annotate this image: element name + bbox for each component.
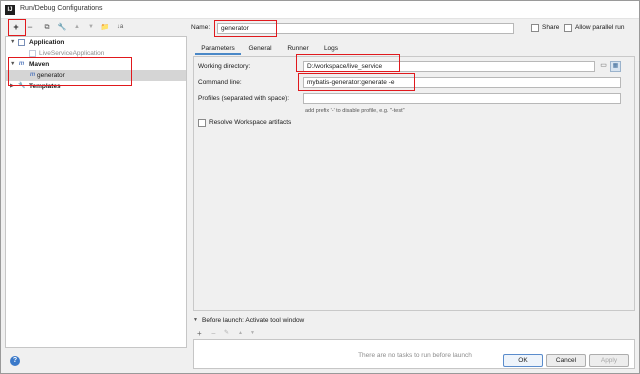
parameters-panel: Working directory: D:/workspace/live_ser… [193, 56, 635, 311]
expand-arrow-icon[interactable]: ▼ [10, 37, 15, 48]
move-down-icon[interactable]: ▼ [86, 22, 96, 33]
add-task-icon[interactable]: + [197, 328, 202, 339]
share-label: Share [542, 24, 560, 31]
insert-macro-icon[interactable]: ▦ [610, 61, 621, 72]
ok-button[interactable]: OK [503, 354, 543, 367]
highlight-command-line [298, 73, 415, 91]
copy-icon[interactable]: ⧉ [42, 22, 52, 33]
application-icon [18, 39, 25, 46]
help-icon[interactable]: ? [10, 356, 20, 366]
tree-node-application[interactable]: ▼ Application [6, 37, 186, 48]
tab-parameters[interactable]: Parameters [195, 43, 241, 55]
tab-general[interactable]: General [245, 43, 275, 55]
highlight-working-directory [296, 54, 400, 72]
wrench-icon[interactable]: 🔧 [57, 22, 67, 33]
folder-icon[interactable]: 📁 [100, 22, 110, 33]
move-down-icon[interactable]: ▼ [250, 328, 255, 339]
edit-task-icon[interactable]: ✎ [224, 328, 229, 339]
browse-folder-icon[interactable]: ▭ [598, 61, 609, 71]
window-title: Run/Debug Configurations [20, 5, 103, 12]
resolve-workspace-checkbox[interactable] [198, 119, 206, 127]
spring-app-icon [29, 50, 36, 57]
collapse-arrow-icon[interactable]: ▼ [193, 317, 198, 323]
profiles-label: Profiles (separated with space): [198, 95, 290, 102]
move-up-icon[interactable]: ▲ [72, 22, 82, 33]
run-debug-dialog: IJ Run/Debug Configurations + − ⧉ 🔧 ▲ ▼ … [0, 0, 640, 374]
dialog-buttons: ? OK Cancel Apply [1, 352, 639, 372]
profiles-field[interactable] [303, 93, 621, 104]
allow-parallel-label: Allow parallel run [575, 24, 625, 31]
tree-label-application: Application [29, 39, 65, 46]
before-launch-toolbar: + − ✎ ▲ ▼ [193, 328, 635, 339]
cancel-button[interactable]: Cancel [546, 354, 586, 367]
share-checkbox[interactable] [531, 24, 539, 32]
name-label: Name: [191, 24, 211, 31]
move-up-icon[interactable]: ▲ [238, 328, 243, 339]
highlight-add-button [8, 19, 26, 36]
highlight-maven-node [8, 57, 132, 86]
intellij-app-icon: IJ [5, 5, 15, 15]
profiles-hint: add prefix '-' to disable profile, e.g. … [305, 108, 405, 114]
before-launch-title: Before launch: Activate tool window [202, 317, 305, 324]
command-line-label: Command line: [198, 79, 242, 86]
resolve-workspace-label: Resolve Workspace artifacts [209, 119, 292, 126]
apply-button[interactable]: Apply [589, 354, 629, 367]
config-toolbar: + − ⧉ 🔧 ▲ ▼ 📁 ↓a [5, 21, 187, 35]
allow-parallel-checkbox[interactable] [564, 24, 572, 32]
working-directory-label: Working directory: [198, 63, 251, 70]
title-bar: IJ Run/Debug Configurations [1, 1, 639, 19]
highlight-name-field [214, 20, 277, 37]
remove-task-icon[interactable]: − [211, 328, 216, 339]
config-editor: Name: generator Share Allow parallel run… [190, 20, 638, 369]
sort-icon[interactable]: ↓a [115, 22, 125, 33]
remove-icon[interactable]: − [25, 22, 35, 33]
